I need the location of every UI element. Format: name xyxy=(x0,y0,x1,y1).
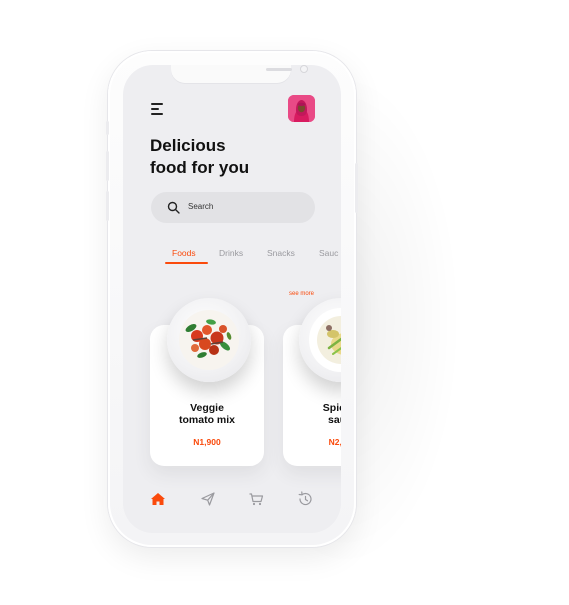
phone-frame: Delicious food for you Search Foods Drin… xyxy=(106,51,358,547)
nav-send[interactable] xyxy=(199,490,217,508)
see-more-link[interactable]: see more xyxy=(289,291,314,297)
search-icon xyxy=(167,201,180,214)
bottom-nav xyxy=(123,490,341,514)
food-name: Spicy f sauc xyxy=(322,402,341,426)
nav-history[interactable] xyxy=(296,490,314,508)
spicy-sauce-dish xyxy=(309,308,341,372)
food-price: N1,900 xyxy=(193,437,221,447)
cart-icon xyxy=(249,493,264,506)
food-image xyxy=(167,298,251,382)
food-image xyxy=(299,298,341,382)
volume-up-button xyxy=(106,151,109,181)
active-tab-indicator xyxy=(165,262,208,264)
search-input[interactable]: Search xyxy=(188,202,213,211)
category-tabs: Foods Drinks Snacks Sauc xyxy=(123,248,341,268)
send-icon xyxy=(201,492,215,506)
food-name: Veggie tomato mix xyxy=(178,402,235,426)
tab-drinks[interactable]: Drinks xyxy=(219,248,243,258)
food-price: N2,30 xyxy=(328,437,341,447)
menu-icon[interactable] xyxy=(151,103,165,115)
avatar[interactable] xyxy=(288,95,315,122)
speaker-grille xyxy=(266,68,292,71)
home-icon xyxy=(151,493,165,505)
profile-picture xyxy=(288,95,315,122)
headline-line-2: food for you xyxy=(150,158,250,177)
headline-line-1: Delicious xyxy=(150,136,226,155)
volume-down-button xyxy=(106,191,109,221)
power-button xyxy=(355,163,358,213)
app-screen: Delicious food for you Search Foods Drin… xyxy=(123,65,341,533)
notch xyxy=(171,65,308,83)
front-camera xyxy=(300,65,308,73)
tab-foods[interactable]: Foods xyxy=(172,248,196,258)
page-title: Delicious food for you xyxy=(150,135,320,179)
nav-cart[interactable] xyxy=(247,490,265,508)
search-bar[interactable]: Search xyxy=(151,192,315,223)
mute-switch xyxy=(106,121,109,135)
veggie-tomato-dish xyxy=(179,310,239,370)
tab-sauces[interactable]: Sauc xyxy=(319,248,338,258)
tab-snacks[interactable]: Snacks xyxy=(267,248,295,258)
history-icon xyxy=(298,491,312,506)
nav-home[interactable] xyxy=(149,490,167,508)
